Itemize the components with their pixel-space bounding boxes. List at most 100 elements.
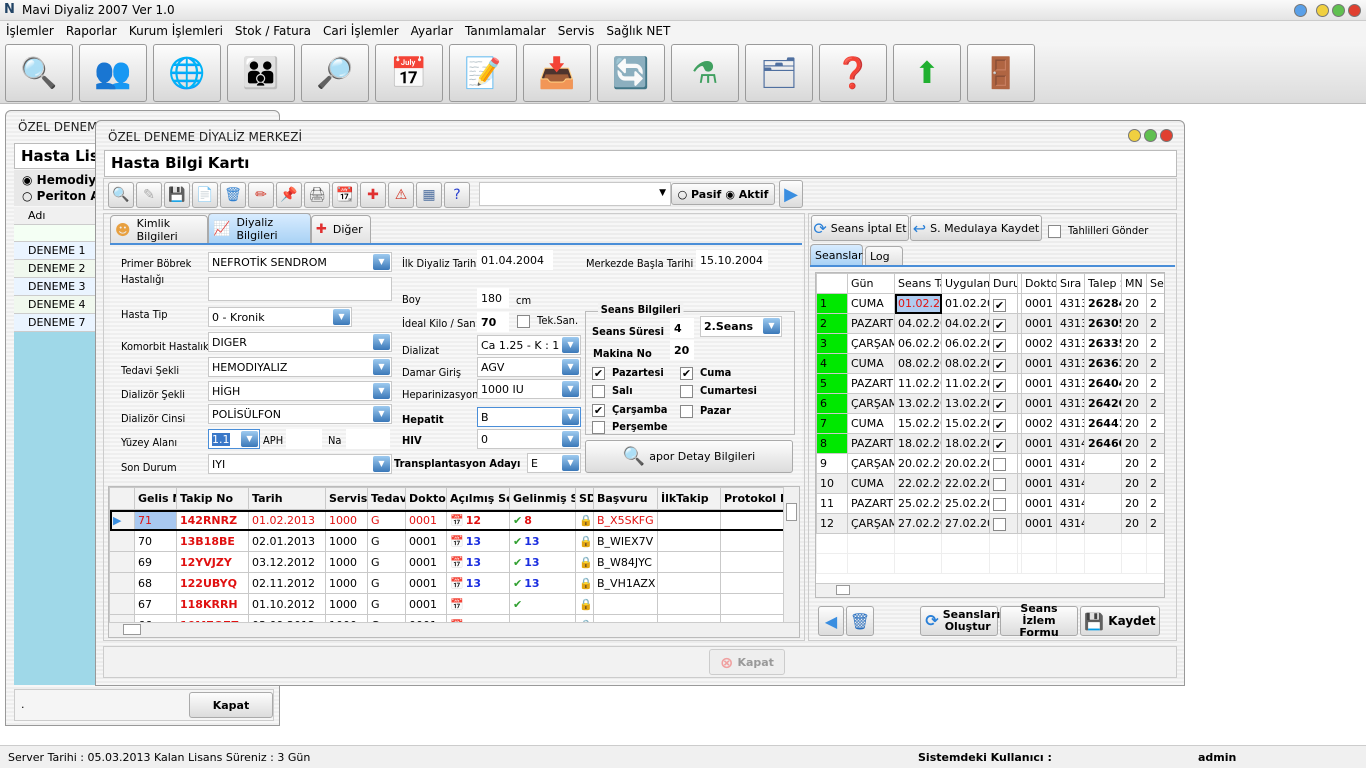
toolbar-button-5[interactable]: 🔎 (301, 44, 369, 102)
back-arrow-button[interactable]: ◀ (818, 606, 844, 636)
copy-button[interactable]: 📄 (192, 182, 218, 208)
durum-checkbox[interactable]: ✔ (993, 419, 1006, 432)
column-header[interactable]: Takip No (176, 487, 249, 510)
toolbar-button-9[interactable]: 🔄 (597, 44, 665, 102)
chevron-down-icon[interactable]: ▼ (241, 431, 258, 447)
hastaligi-field[interactable] (208, 277, 392, 301)
table-row[interactable]: 11 PAZARTE 25.02.20 25.02.20 0001 4314 20 2 (816, 493, 1164, 514)
column-header[interactable]: Gelinmiş S (509, 487, 576, 510)
aph-field[interactable] (286, 429, 322, 449)
table-row[interactable]: 9ÇARŞAM20.02.2020.02.2000014314202 (816, 453, 1164, 474)
column-header[interactable]: Servis (325, 487, 368, 510)
toolbar-button-3[interactable]: 🌐 (153, 44, 221, 102)
medkit-button[interactable]: ✚ (360, 182, 386, 208)
chevron-down-icon[interactable]: ▼ (562, 409, 579, 425)
table-row[interactable]: 7CUMA15.02.2015.02.20✔0002431326441202 (816, 413, 1164, 434)
chevron-down-icon[interactable]: ▼ (562, 431, 579, 447)
column-header[interactable]: SD (575, 487, 594, 510)
menu-item[interactable]: Stok / Fatura (229, 21, 317, 38)
toolbar-button-1[interactable]: 🔍 (5, 44, 73, 102)
merkezde-field[interactable]: 15.10.2004 (696, 250, 768, 270)
toolbar-button-12[interactable]: ❓ (819, 44, 887, 102)
column-header[interactable] (816, 273, 848, 294)
radio-aktif[interactable]: ◉ Aktif (725, 188, 768, 201)
chevron-down-icon[interactable]: ▼ (373, 383, 390, 399)
hiv-field[interactable]: 0 ▼ (477, 429, 581, 449)
toolbar-button-10[interactable]: ⚗ (671, 44, 739, 102)
seans-izlem-button[interactable]: Seans İzlem Formu (1000, 603, 1078, 639)
seans-iptal-button[interactable]: ⟳ Seans İptal Et (811, 215, 909, 241)
chevron-down-icon[interactable]: ▼ (562, 381, 579, 397)
maximize-button[interactable] (1332, 4, 1345, 17)
day-checkbox[interactable] (680, 405, 693, 418)
durum-checkbox[interactable]: ✔ (993, 359, 1006, 372)
dializor_sekli-field[interactable]: HİGH ▼ (208, 381, 392, 401)
durum-checkbox[interactable]: ✔ (993, 439, 1006, 452)
medula-kaydet-button[interactable]: ↩ S. Medulaya Kaydet (910, 215, 1042, 241)
close-list-button[interactable]: Kapat (189, 692, 273, 718)
menu-item[interactable]: Sağlık NET (600, 21, 676, 38)
vertical-scrollbar[interactable] (783, 487, 799, 623)
damar-field[interactable]: AGV ▼ (477, 357, 581, 377)
komorbit-field[interactable]: DIGER ▼ (208, 332, 392, 352)
column-header[interactable]: Duru (989, 273, 1018, 294)
menu-item[interactable]: İşlemler (0, 21, 60, 38)
tedavi-field[interactable]: HEMODIYALIZ ▼ (208, 357, 392, 377)
minimize-button[interactable] (1128, 129, 1141, 142)
grid-button[interactable]: ▦ (416, 182, 442, 208)
toolbar-button-13[interactable]: ⬆ (893, 44, 961, 102)
warning-button[interactable]: ⚠ (388, 182, 414, 208)
toolbar-button-14[interactable]: 🚪 (967, 44, 1035, 102)
dializor_cinsi-field[interactable]: POLİSÜLFON ▼ (208, 404, 392, 424)
delete-bin-button[interactable]: 🗑 (220, 182, 246, 208)
seans-number-combo[interactable]: 2.Seans ▼ (700, 316, 782, 337)
table-row[interactable]: 5PAZARTE11.02.2011.02.20✔000143132640420… (816, 373, 1164, 394)
table-row[interactable]: 8PAZARTE18.02.2018.02.20✔000143142646020… (816, 433, 1164, 454)
play-arrow-button[interactable]: ▶ (779, 180, 803, 208)
column-header[interactable]: Tarih (248, 487, 326, 510)
durum-checkbox[interactable] (993, 517, 1006, 531)
maximize-button[interactable] (1144, 129, 1157, 142)
durum-checkbox[interactable]: ✔ (993, 399, 1006, 412)
radio-hemodiyaliz[interactable]: ◉ Hemodiy (22, 173, 96, 187)
table-row[interactable]: 12ÇARŞAM27.02.2027.02.2000014314202 (816, 513, 1164, 534)
table-row[interactable]: 6ÇARŞAM13.02.2013.02.20✔0001431326420202 (816, 393, 1164, 414)
scroll-thumb[interactable] (836, 585, 850, 595)
day-checkbox[interactable]: ✔ (680, 367, 693, 380)
radio-pasif[interactable]: ○ Pasif (678, 188, 722, 201)
table-row[interactable]: 3ÇARŞAM06.02.2006.02.20✔0002431326335202 (816, 333, 1164, 354)
table-row[interactable]: 10 CUMA 22.02.20 22.02.20 0001 4314 20 2 (816, 473, 1164, 494)
ilk_diyaliz-field[interactable]: 01.04.2004 (477, 250, 553, 270)
toolbar-button-2[interactable]: 👥 (79, 44, 147, 102)
column-header[interactable]: Tedav (367, 487, 406, 510)
boy-field[interactable]: 180 (477, 288, 509, 308)
column-header[interactable]: Sea (1146, 273, 1164, 294)
durum-checkbox[interactable]: ✔ (993, 319, 1006, 332)
tab-diyaliz-bilgileri[interactable]: 📈 Diyaliz Bilgileri (208, 213, 311, 243)
column-header[interactable]: Doktor (1021, 273, 1057, 294)
toolbar-button-8[interactable]: 📥 (523, 44, 591, 102)
day-checkbox[interactable] (592, 421, 605, 434)
chevron-down-icon[interactable]: ▼ (373, 359, 390, 375)
table-row[interactable]: 67 118KRRH 01.10.2012 1000 G 0001 📅 ✔ 🔒 (109, 593, 785, 615)
chevron-down-icon[interactable]: ▼ (562, 455, 579, 471)
minimize-button[interactable] (1316, 4, 1329, 17)
toolbar-button-4[interactable]: 👪 (227, 44, 295, 102)
durum-checkbox[interactable]: ✔ (993, 339, 1006, 352)
column-header[interactable]: Dokto (405, 487, 447, 510)
scroll-thumb[interactable] (123, 624, 141, 635)
search-button[interactable]: 🔍 (108, 182, 134, 208)
column-header[interactable]: Talep S (1084, 273, 1122, 294)
chevron-down-icon[interactable]: ▼ (763, 318, 780, 334)
menu-item[interactable]: Cari İşlemler (317, 21, 405, 38)
chevron-down-icon[interactable]: ▼ (373, 334, 390, 350)
close-window-button[interactable] (1160, 129, 1173, 142)
radio-periton[interactable]: ○ Periton A (22, 189, 100, 203)
close-card-button[interactable]: ⊗ Kapat (709, 649, 785, 675)
ideal_kilo-field[interactable]: 70 (477, 312, 509, 332)
menu-item[interactable]: Ayarlar (405, 21, 459, 38)
tab-seanslar[interactable]: Seanslar (810, 244, 863, 265)
column-header[interactable]: Gelis N (134, 487, 177, 510)
menu-item[interactable]: Kurum İşlemleri (123, 21, 229, 38)
toolbar-button-6[interactable]: 📅 (375, 44, 443, 102)
